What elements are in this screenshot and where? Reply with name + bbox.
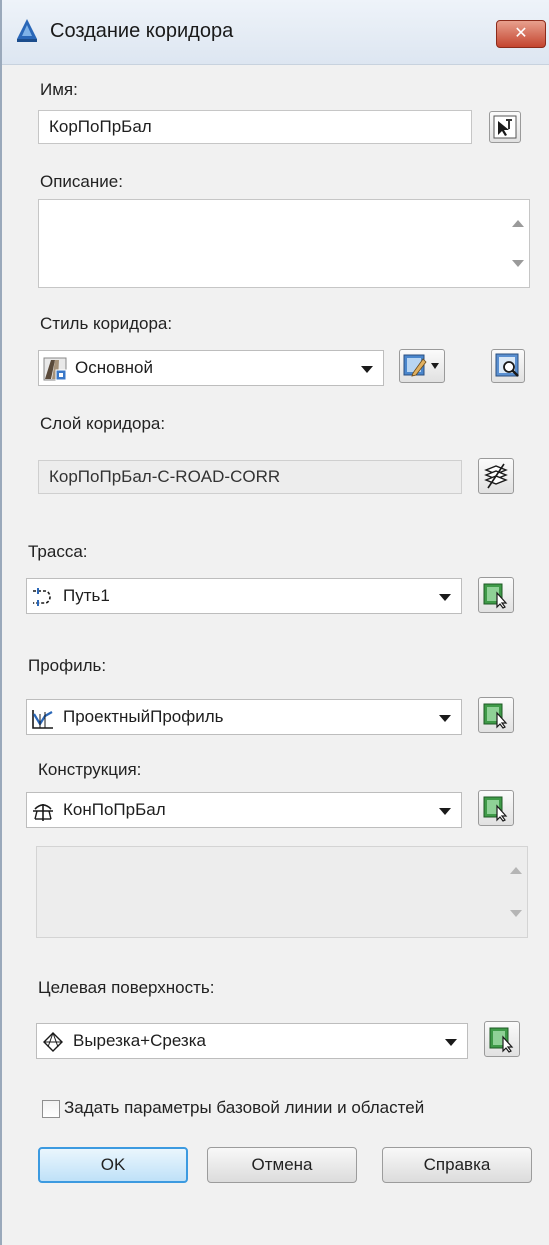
pick-alignment-button[interactable] <box>478 577 514 613</box>
corridor-style-label: Стиль коридора: <box>40 314 173 333</box>
profile-value: ПроектныйПрофиль <box>63 707 224 726</box>
alignment-icon <box>33 588 51 606</box>
description-textarea[interactable] <box>38 199 530 288</box>
edit-style-button[interactable] <box>399 349 445 383</box>
description-label: Описание: <box>40 172 123 191</box>
cursor-pick-icon <box>493 115 517 139</box>
profile-icon <box>32 710 53 729</box>
target-surface-value: Вырезка+Срезка <box>73 1031 206 1050</box>
assembly-label: Конструкция: <box>38 760 142 779</box>
pick-from-drawing-icon <box>483 703 508 729</box>
preview-style-button[interactable] <box>491 349 525 383</box>
chevron-down-icon <box>439 715 451 722</box>
surface-icon <box>43 1032 63 1052</box>
alignment-label: Трасса: <box>28 542 88 561</box>
pick-assembly-button[interactable] <box>478 790 514 826</box>
chevron-down-icon <box>439 808 451 815</box>
close-button[interactable]: ✕ <box>496 20 546 48</box>
chevron-down-icon <box>439 594 451 601</box>
assembly-description-area <box>36 846 528 938</box>
corridor-style-value: Основной <box>75 358 153 377</box>
profile-select[interactable]: ПроектныйПрофиль <box>26 699 462 735</box>
title-bar: Создание коридора ✕ <box>2 0 549 65</box>
baseline-params-checkbox[interactable] <box>42 1100 60 1118</box>
corridor-style-icon <box>43 357 67 381</box>
profile-label: Профиль: <box>28 656 107 675</box>
layer-button[interactable] <box>478 458 514 494</box>
scroll-up-icon[interactable] <box>512 220 524 227</box>
baseline-params-label[interactable]: Задать параметры базовой линии и областе… <box>64 1098 424 1118</box>
name-label: Имя: <box>40 80 78 99</box>
chevron-down-icon <box>361 366 373 373</box>
assembly-value: КонПоПрБал <box>63 800 166 819</box>
ok-button[interactable]: OK <box>38 1147 188 1183</box>
cancel-button[interactable]: Отмена <box>207 1147 357 1183</box>
scroll-up-icon <box>510 867 522 874</box>
edit-style-icon <box>403 354 439 377</box>
scroll-down-icon <box>510 910 522 917</box>
app-icon <box>17 19 37 42</box>
assembly-select[interactable]: КонПоПрБал <box>26 792 462 828</box>
create-corridor-dialog: Создание коридора ✕ Имя: КорПоПрБал Опис… <box>0 0 549 1245</box>
chevron-down-icon <box>445 1039 457 1046</box>
pick-from-drawing-icon <box>483 583 508 609</box>
target-surface-label: Целевая поверхность: <box>38 978 215 997</box>
pick-from-drawing-icon <box>489 1027 514 1053</box>
pick-from-drawing-icon <box>483 796 508 822</box>
corridor-layer-label: Слой коридора: <box>40 414 166 433</box>
scroll-down-icon[interactable] <box>512 260 524 267</box>
target-surface-select[interactable]: Вырезка+Срезка <box>36 1023 468 1059</box>
layers-icon <box>484 463 508 489</box>
assembly-scrollbar <box>505 847 527 937</box>
pick-surface-button[interactable] <box>484 1021 520 1057</box>
name-input[interactable]: КорПоПрБал <box>38 110 472 144</box>
alignment-value: Путь1 <box>63 586 110 605</box>
description-scrollbar[interactable] <box>507 200 529 287</box>
window-title: Создание коридора <box>50 20 234 42</box>
pick-name-button[interactable] <box>489 111 521 143</box>
corridor-layer-field: КорПоПрБал-C-ROAD-CORR <box>38 460 462 494</box>
corridor-style-select[interactable]: Основной <box>38 350 384 386</box>
pick-profile-button[interactable] <box>478 697 514 733</box>
help-button[interactable]: Справка <box>382 1147 532 1183</box>
assembly-icon <box>33 804 53 821</box>
magnifier-icon <box>495 353 519 377</box>
alignment-select[interactable]: Путь1 <box>26 578 462 614</box>
